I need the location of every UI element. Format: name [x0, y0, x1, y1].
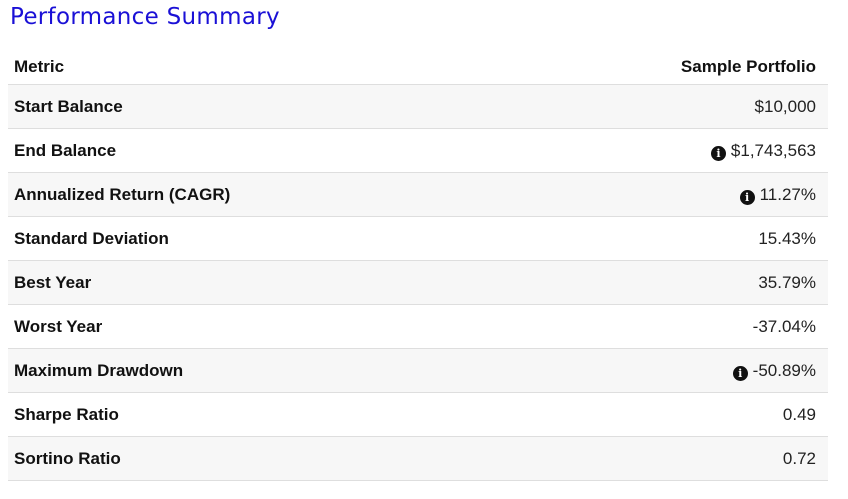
metric-value: 0.49	[782, 404, 816, 424]
metric-value-cell: i0.49	[503, 392, 828, 437]
table-row-maximum-drawdown: Maximum Drawdown i -50.89%	[8, 348, 828, 393]
metric-value-cell: i 11.27%	[503, 172, 828, 217]
metric-label: Best Year	[8, 260, 504, 305]
metric-label: Standard Deviation	[8, 216, 504, 261]
info-icon[interactable]: i	[739, 189, 755, 205]
info-icon[interactable]: i	[710, 145, 726, 161]
column-header-sample-portfolio: Sample Portfolio	[503, 50, 828, 85]
info-icon[interactable]: i	[732, 365, 748, 381]
table-row-standard-deviation: Standard Deviation i15.43%	[8, 216, 828, 261]
metric-label: Sortino Ratio	[8, 436, 504, 481]
table-row-end-balance: End Balance i $1,743,563	[8, 128, 828, 173]
performance-summary-table: Metric Sample Portfolio Start Balance i$…	[8, 50, 828, 481]
metric-value: -37.04%	[752, 316, 816, 336]
page-title: Performance Summary	[10, 4, 280, 30]
table-row-annualized-return: Annualized Return (CAGR) i 11.27%	[8, 172, 828, 217]
metric-label: Annualized Return (CAGR)	[8, 172, 504, 217]
metric-value-cell: i15.43%	[503, 216, 828, 261]
metric-value: 11.27%	[759, 184, 816, 204]
table-row-best-year: Best Year i35.79%	[8, 260, 828, 305]
metric-label: Maximum Drawdown	[8, 348, 504, 393]
table-row-start-balance: Start Balance i$10,000	[8, 84, 828, 129]
metric-value-cell: i $1,743,563	[503, 128, 828, 173]
metric-label: Sharpe Ratio	[8, 392, 504, 437]
table-row-sortino-ratio: Sortino Ratio i0.72	[8, 436, 828, 481]
metric-value-cell: i -50.89%	[503, 348, 828, 393]
metric-value: 15.43%	[758, 228, 816, 248]
metric-label: Start Balance	[8, 84, 504, 129]
metric-value: $10,000	[754, 96, 816, 116]
metric-value-cell: i35.79%	[503, 260, 828, 305]
metric-value-cell: i0.72	[503, 436, 828, 481]
metric-value-cell: i-37.04%	[503, 304, 828, 349]
metric-label: Worst Year	[8, 304, 504, 349]
table-row-worst-year: Worst Year i-37.04%	[8, 304, 828, 349]
metric-value: 35.79%	[758, 272, 816, 292]
table-row-sharpe-ratio: Sharpe Ratio i0.49	[8, 392, 828, 437]
metric-label: End Balance	[8, 128, 504, 173]
metric-value: -50.89%	[752, 360, 816, 380]
table-header-row: Metric Sample Portfolio	[8, 50, 828, 85]
metric-value: 0.72	[782, 448, 816, 468]
column-header-metric: Metric	[8, 50, 504, 85]
metric-value: $1,743,563	[730, 140, 816, 160]
metric-value-cell: i$10,000	[503, 84, 828, 129]
